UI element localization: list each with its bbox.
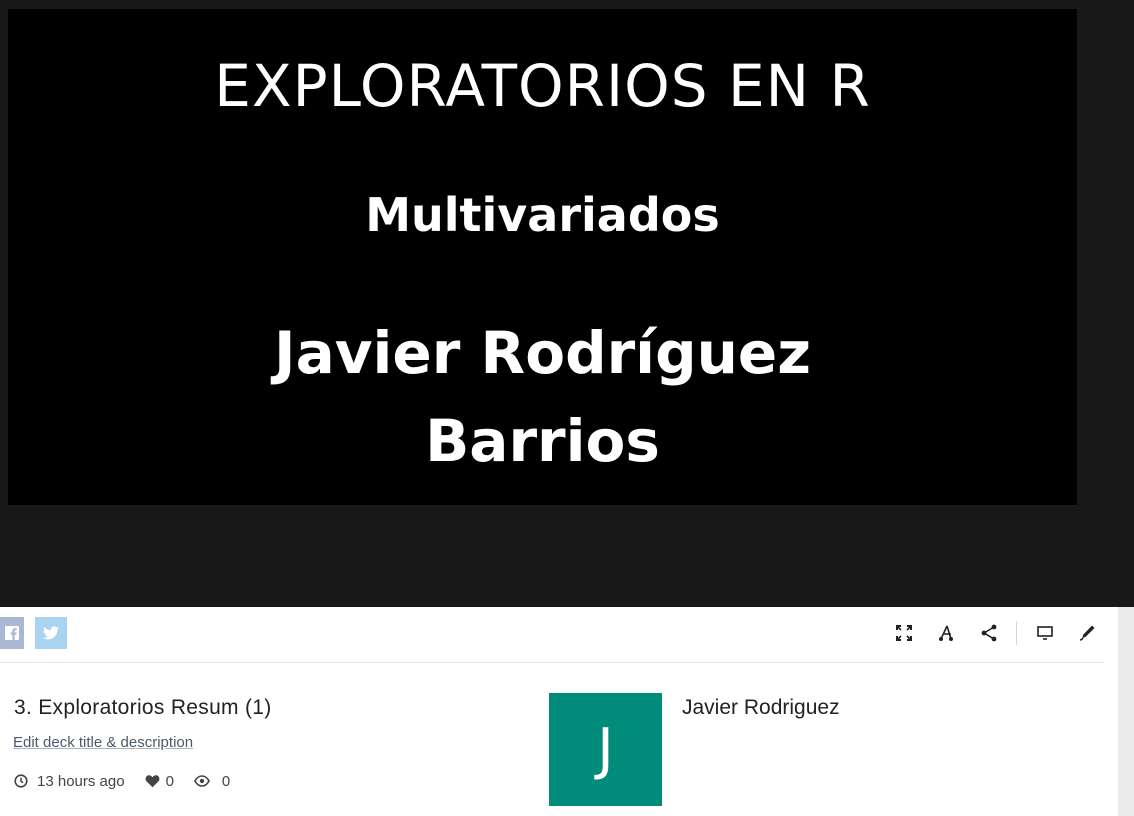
edit-deck-link[interactable]: Edit deck title & description [13, 734, 193, 752]
twitter-icon [43, 626, 59, 640]
slide[interactable]: EXPLORATORIOS EN R Multivariados Javier … [8, 9, 1077, 505]
slide-title: EXPLORATORIOS EN R [214, 52, 871, 120]
edit-button[interactable] [1075, 621, 1099, 645]
slide-subtitle: Multivariados [365, 188, 720, 242]
share-icon [981, 624, 997, 642]
scrollbar-track[interactable] [1118, 607, 1134, 816]
present-button[interactable] [1033, 621, 1057, 645]
likes-count: 0 [165, 772, 174, 790]
deck-meta: 13 hours ago 0 0 [13, 772, 230, 790]
slide-viewer: EXPLORATORIOS EN R Multivariados Javier … [0, 0, 1134, 607]
share-twitter-button[interactable] [35, 617, 67, 649]
views-count: 0 [221, 772, 231, 790]
share-facebook-button[interactable] [0, 617, 24, 649]
facebook-icon [5, 626, 19, 640]
edit-icon [1079, 625, 1095, 641]
deck-toolbar [0, 607, 1104, 663]
deck-title: 3. Exploratorios Resum (1) [14, 696, 272, 719]
share-button[interactable] [977, 621, 1001, 645]
user-name[interactable]: Javier Rodriguez [682, 695, 840, 721]
eye-icon [194, 773, 210, 789]
avatar[interactable]: J [549, 693, 662, 806]
fullscreen-icon [896, 625, 912, 641]
fork-icon [939, 625, 953, 641]
deck-info-panel: 3. Exploratorios Resum (1) Edit deck tit… [0, 607, 1118, 816]
clock-icon [13, 773, 29, 789]
heart-icon[interactable] [145, 773, 161, 789]
avatar-letter: J [597, 717, 614, 782]
slide-author: Javier Rodríguez Barrios [274, 319, 811, 475]
toolbar-divider [1016, 621, 1017, 645]
time-ago: 13 hours ago [37, 772, 125, 790]
fork-button[interactable] [934, 621, 958, 645]
fullscreen-button[interactable] [892, 621, 916, 645]
present-icon [1037, 626, 1053, 640]
